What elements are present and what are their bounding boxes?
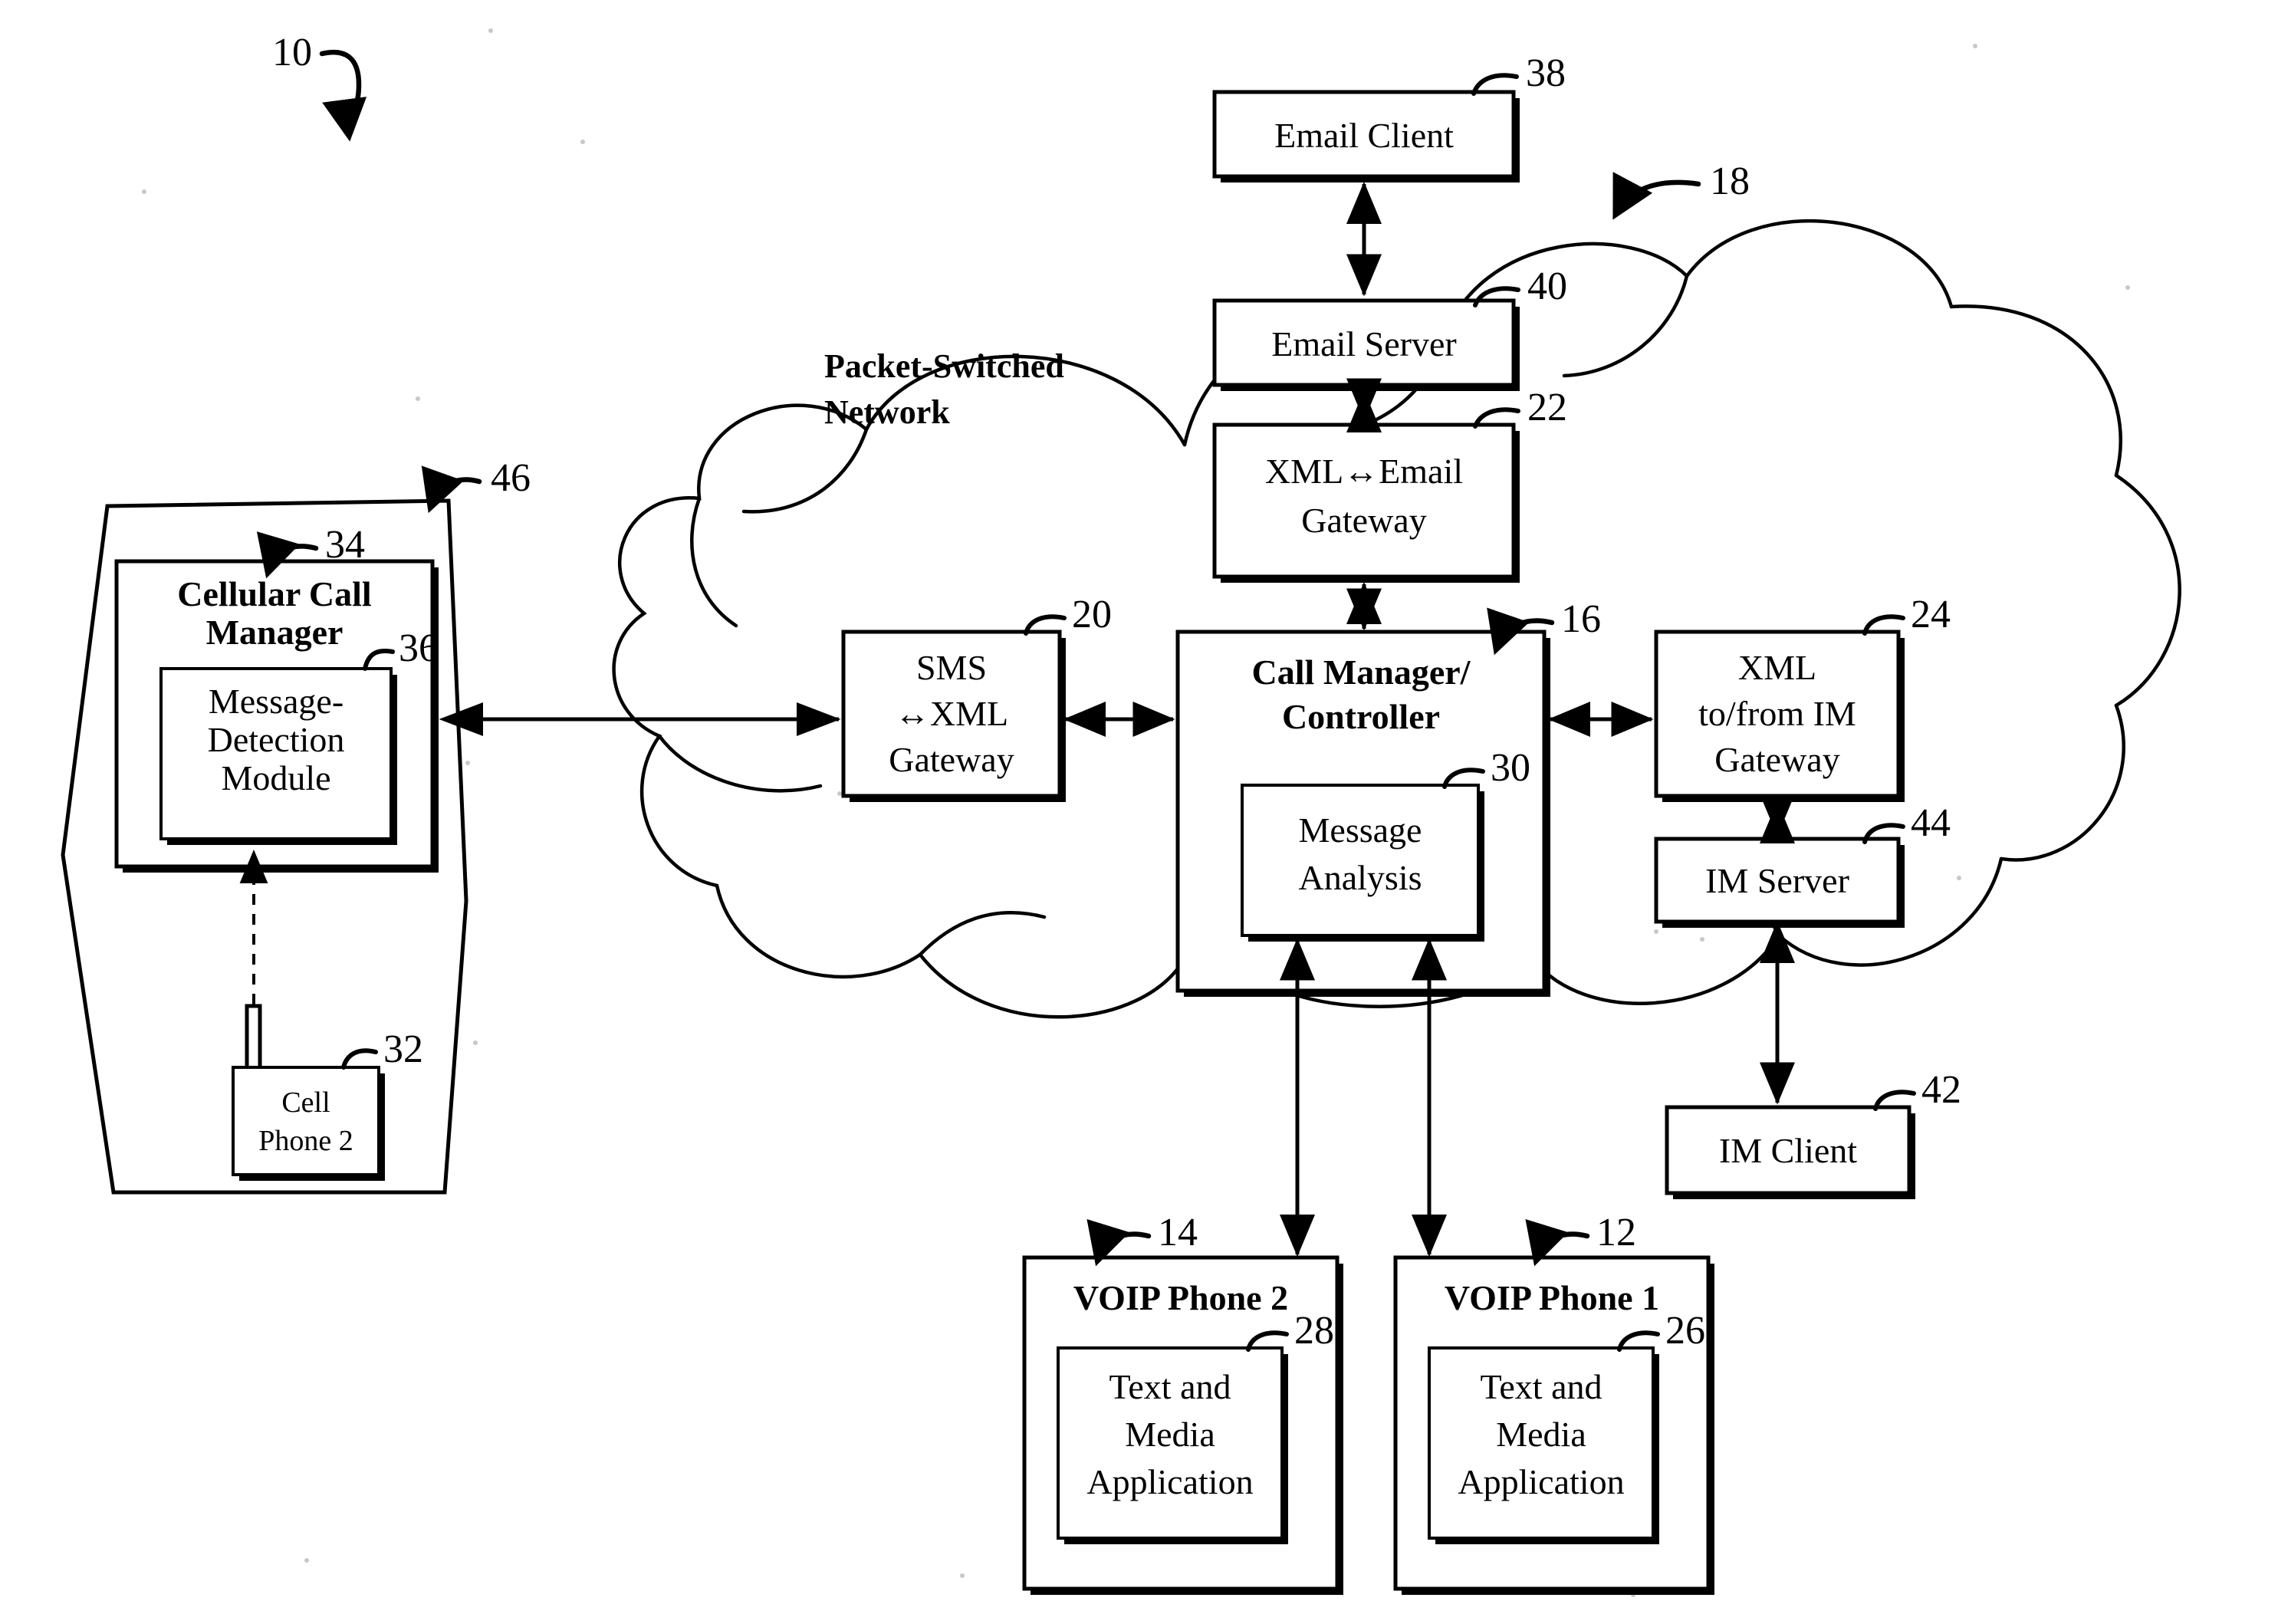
cellular-call-manager-label-1: Cellular Call bbox=[177, 574, 371, 613]
xml-im-gateway-label-2: to/from IM bbox=[1698, 694, 1856, 733]
im-server-ref: 44 bbox=[1911, 801, 1951, 845]
cell-phone-2-ref: 32 bbox=[383, 1027, 423, 1071]
voip-phone-2-label: VOIP Phone 2 bbox=[1073, 1278, 1288, 1317]
cloud-label-line2: Network bbox=[824, 393, 950, 431]
cloud-ref-number: 18 bbox=[1710, 159, 1750, 203]
xml-im-gateway-label-3: Gateway bbox=[1714, 740, 1839, 779]
call-manager-label-1: Call Manager/ bbox=[1252, 653, 1471, 692]
cell-phone-2-label-2: Phone 2 bbox=[258, 1125, 353, 1157]
patent-figure: 10 Packet-Switched Network 18 46 Cellula… bbox=[0, 0, 2278, 1624]
cellular-call-manager-label-2: Manager bbox=[206, 613, 344, 652]
text-media-app-2-label-3: Application bbox=[1086, 1462, 1253, 1501]
call-manager-label-2: Controller bbox=[1282, 697, 1440, 736]
text-media-app-2-label-1: Text and bbox=[1109, 1367, 1231, 1406]
xml-email-gateway-label-1: XML↔Email bbox=[1265, 452, 1463, 491]
xml-im-gateway-label-1: XML bbox=[1738, 648, 1816, 687]
message-detection-label-3: Module bbox=[221, 758, 330, 797]
message-detection-label-1: Message- bbox=[209, 682, 344, 721]
cellular-region-ref: 46 bbox=[491, 456, 531, 500]
im-client-label: IM Client bbox=[1719, 1131, 1857, 1170]
text-media-app-2-ref: 28 bbox=[1294, 1309, 1334, 1353]
message-analysis-label-2: Analysis bbox=[1299, 858, 1422, 897]
cloud-label-line1: Packet-Switched bbox=[824, 347, 1064, 385]
email-server-label: Email Server bbox=[1271, 324, 1456, 363]
voip-phone-2-ref: 14 bbox=[1158, 1211, 1198, 1254]
message-detection-ref: 36 bbox=[399, 626, 439, 670]
email-server-ref: 40 bbox=[1527, 265, 1567, 308]
text-media-app-1-label-1: Text and bbox=[1480, 1367, 1602, 1406]
sms-xml-gateway-label-3: Gateway bbox=[889, 740, 1014, 779]
email-client-ref: 38 bbox=[1526, 51, 1566, 95]
message-analysis-label-1: Message bbox=[1299, 810, 1422, 850]
sms-xml-gateway-label-1: SMS bbox=[916, 648, 987, 687]
sms-xml-gateway-label-2: ↔XML bbox=[895, 694, 1008, 733]
email-client-label: Email Client bbox=[1274, 116, 1454, 155]
figure-ref-number: 10 bbox=[272, 31, 312, 74]
text-media-app-1-ref: 26 bbox=[1665, 1309, 1705, 1353]
text-media-app-1-label-3: Application bbox=[1458, 1462, 1624, 1501]
xml-email-gateway-ref: 22 bbox=[1527, 386, 1567, 429]
im-server-label: IM Server bbox=[1705, 861, 1849, 900]
sms-xml-gateway-ref: 20 bbox=[1072, 593, 1112, 636]
message-detection-label-2: Detection bbox=[208, 720, 345, 759]
xml-im-gateway-ref: 24 bbox=[1911, 593, 1951, 636]
text-media-app-1-label-2: Media bbox=[1496, 1415, 1586, 1454]
message-analysis-ref: 30 bbox=[1491, 746, 1530, 790]
text-media-app-2-label-2: Media bbox=[1125, 1415, 1215, 1454]
voip-phone-1-label: VOIP Phone 1 bbox=[1445, 1278, 1659, 1317]
xml-email-gateway-label-2: Gateway bbox=[1301, 501, 1426, 540]
cellular-call-manager-ref: 34 bbox=[325, 523, 365, 567]
im-client-ref: 42 bbox=[1921, 1068, 1961, 1112]
voip-phone-1-ref: 12 bbox=[1596, 1211, 1636, 1254]
call-manager-ref: 16 bbox=[1561, 597, 1601, 641]
cell-phone-2-label-1: Cell bbox=[281, 1087, 330, 1119]
